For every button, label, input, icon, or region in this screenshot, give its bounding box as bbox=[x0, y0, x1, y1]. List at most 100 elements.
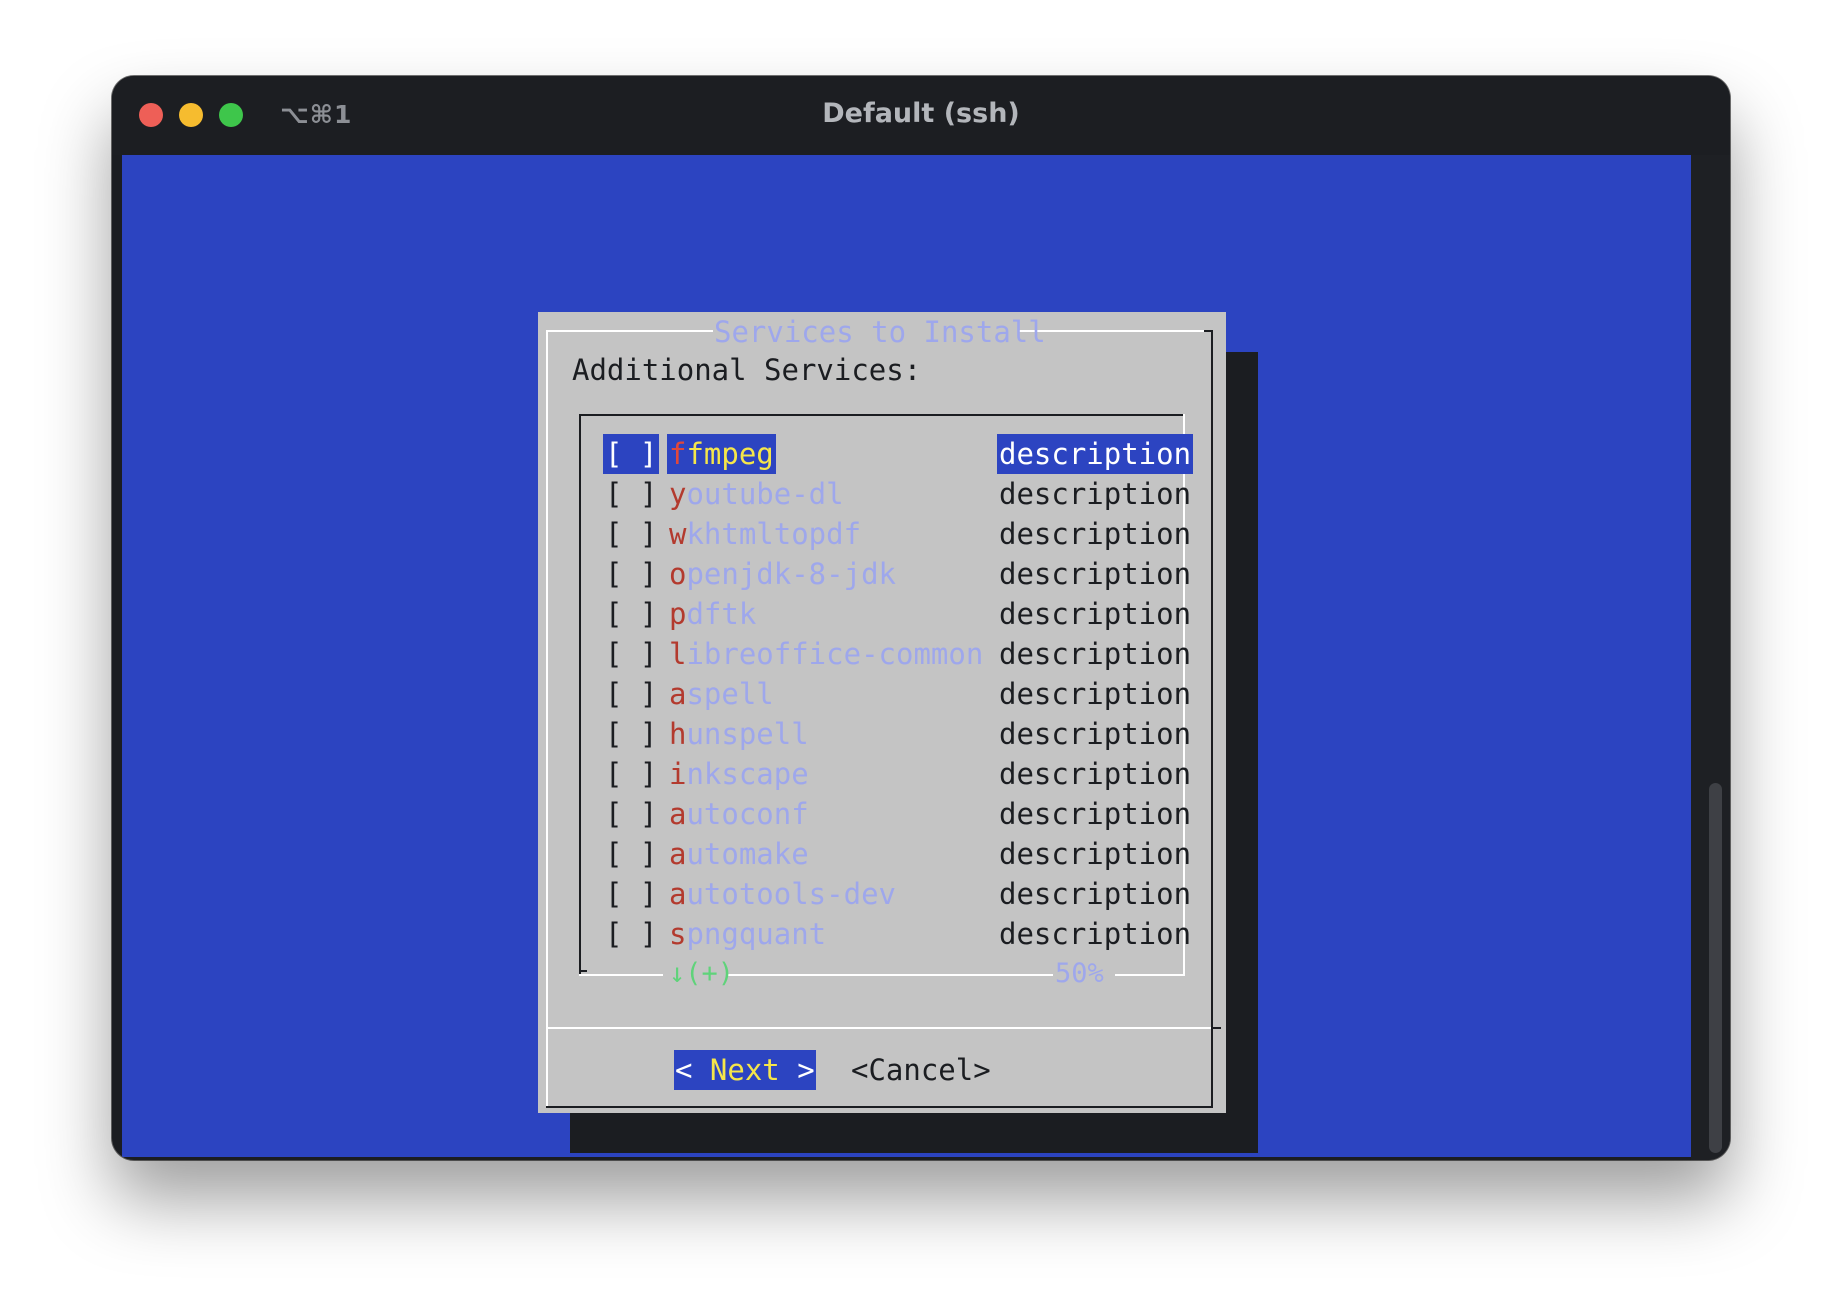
item-description: description bbox=[999, 677, 1192, 711]
item-checkbox[interactable]: [ ] bbox=[603, 634, 659, 674]
item-name-rest: unspell bbox=[686, 717, 809, 751]
checklist-item[interactable]: [ ] aspell description bbox=[603, 674, 1191, 714]
services-checklist[interactable]: [ ] ffmpeg description[ ] youtube-dl descrip… bbox=[579, 414, 1194, 989]
terminal-screen[interactable]: Services to Install Additional Services:… bbox=[122, 155, 1691, 1157]
item-description: description bbox=[999, 797, 1192, 831]
item-hotkey: o bbox=[669, 557, 687, 591]
services-dialog: Services to Install Additional Services:… bbox=[538, 312, 1226, 1113]
list-frame bbox=[579, 974, 663, 976]
item-hotkey: a bbox=[669, 877, 687, 911]
checklist-item[interactable]: [ ] wkhtmltopdf description bbox=[603, 514, 1191, 554]
item-description: description bbox=[999, 637, 1192, 671]
item-name: youtube-dl bbox=[667, 474, 846, 514]
item-checkbox[interactable]: [ ] bbox=[603, 914, 659, 954]
item-hotkey: w bbox=[669, 517, 687, 551]
item-checkbox[interactable]: [ ] bbox=[603, 874, 659, 914]
item-name: openjdk-8-jdk bbox=[667, 554, 898, 594]
checklist-item[interactable]: [ ] ffmpeg description bbox=[603, 434, 1194, 474]
item-checkbox[interactable]: [ ] bbox=[603, 834, 659, 874]
checklist-item[interactable]: [ ] youtube-dl description bbox=[603, 474, 1191, 514]
scroll-down-indicator: ↓(+) bbox=[669, 958, 735, 989]
list-frame bbox=[579, 414, 1185, 416]
item-name-rest: khtmltopdf bbox=[686, 517, 862, 551]
item-description: description bbox=[999, 877, 1192, 911]
item-checkbox[interactable]: [ ] bbox=[603, 674, 659, 714]
item-hotkey: f bbox=[669, 437, 687, 471]
item-checkbox[interactable]: [ ] bbox=[603, 434, 660, 474]
cancel-button[interactable]: <Cancel> bbox=[851, 1050, 991, 1090]
item-description: description bbox=[999, 477, 1192, 511]
item-hotkey: a bbox=[669, 797, 687, 831]
next-button-left-bracket: < bbox=[675, 1053, 693, 1087]
terminal-window: ⌥⌘1 Default (ssh) Services to Install Ad… bbox=[112, 76, 1730, 1160]
list-frame bbox=[1115, 974, 1185, 976]
next-button-right-bracket: > bbox=[797, 1053, 815, 1087]
item-checkbox[interactable]: [ ] bbox=[603, 514, 659, 554]
checklist-item[interactable]: [ ] hunspell description bbox=[603, 714, 1191, 754]
item-checkbox[interactable]: [ ] bbox=[603, 594, 659, 634]
next-button[interactable]: < Next > bbox=[674, 1050, 816, 1090]
scroll-percent: 50% bbox=[1055, 958, 1104, 989]
item-name-rest: spell bbox=[686, 677, 774, 711]
item-name: wkhtmltopdf bbox=[667, 514, 863, 554]
item-hotkey: y bbox=[669, 477, 687, 511]
item-name-rest: utotools-dev bbox=[686, 877, 896, 911]
item-description: description bbox=[999, 717, 1192, 751]
item-description: description bbox=[999, 837, 1192, 871]
item-name-rest: penjdk-8-jdk bbox=[686, 557, 896, 591]
item-name-rest: ibreoffice-common bbox=[686, 637, 984, 671]
item-name-rest: fmpeg bbox=[686, 437, 774, 471]
item-name: aspell bbox=[667, 674, 776, 714]
item-name-rest: nkscape bbox=[686, 757, 809, 791]
item-name-rest: pngquant bbox=[686, 917, 827, 951]
item-name: autoconf bbox=[667, 794, 811, 834]
item-checkbox[interactable]: [ ] bbox=[603, 754, 659, 794]
item-hotkey: l bbox=[669, 637, 687, 671]
checklist-item[interactable]: [ ] autoconf description bbox=[603, 794, 1191, 834]
dialog-frame bbox=[1018, 330, 1213, 332]
item-name: inkscape bbox=[667, 754, 811, 794]
checklist-items: [ ] ffmpeg description[ ] youtube-dl descrip… bbox=[603, 434, 1194, 954]
item-checkbox[interactable]: [ ] bbox=[603, 554, 659, 594]
item-hotkey: a bbox=[669, 837, 687, 871]
item-name: hunspell bbox=[667, 714, 811, 754]
title-bar[interactable]: ⌥⌘1 Default (ssh) bbox=[112, 76, 1730, 155]
dialog-frame bbox=[546, 1106, 1213, 1108]
dialog-subtitle: Additional Services: bbox=[572, 353, 922, 387]
item-checkbox[interactable]: [ ] bbox=[603, 474, 659, 514]
item-name-rest: dftk bbox=[686, 597, 757, 631]
item-hotkey: s bbox=[669, 917, 687, 951]
list-frame bbox=[579, 414, 581, 976]
item-description: description bbox=[999, 917, 1192, 951]
checklist-item[interactable]: [ ] spngquant description bbox=[603, 914, 1191, 954]
item-name: libreoffice-common bbox=[667, 634, 985, 674]
item-description: description bbox=[999, 517, 1192, 551]
item-name-rest: utomake bbox=[686, 837, 809, 871]
next-button-label: Next bbox=[692, 1053, 798, 1087]
item-description: description bbox=[999, 557, 1192, 591]
button-separator bbox=[546, 1027, 1213, 1029]
list-frame bbox=[579, 970, 587, 972]
checklist-item[interactable]: [ ] openjdk-8-jdk description bbox=[603, 554, 1191, 594]
checklist-item[interactable]: [ ] autotools-dev description bbox=[603, 874, 1191, 914]
item-name: automake bbox=[667, 834, 811, 874]
dialog-frame bbox=[1211, 330, 1213, 1108]
item-checkbox[interactable]: [ ] bbox=[603, 714, 659, 754]
checklist-item[interactable]: [ ] libreoffice-common description bbox=[603, 634, 1191, 674]
dialog-frame bbox=[546, 330, 548, 1108]
item-hotkey: a bbox=[669, 677, 687, 711]
scrollbar-thumb[interactable] bbox=[1709, 783, 1722, 1153]
item-hotkey: p bbox=[669, 597, 687, 631]
checklist-item[interactable]: [ ] automake description bbox=[603, 834, 1191, 874]
item-name: ffmpeg bbox=[667, 434, 776, 474]
button-separator bbox=[1211, 1027, 1221, 1029]
list-frame bbox=[727, 974, 1053, 976]
item-name: autotools-dev bbox=[667, 874, 898, 914]
dialog-frame bbox=[546, 330, 713, 332]
checklist-item[interactable]: [ ] inkscape description bbox=[603, 754, 1191, 794]
item-checkbox[interactable]: [ ] bbox=[603, 794, 659, 834]
checklist-item[interactable]: [ ] pdftk description bbox=[603, 594, 1191, 634]
item-name-rest: utoconf bbox=[686, 797, 809, 831]
window-title: Default (ssh) bbox=[822, 98, 1020, 129]
item-hotkey: h bbox=[669, 717, 687, 751]
